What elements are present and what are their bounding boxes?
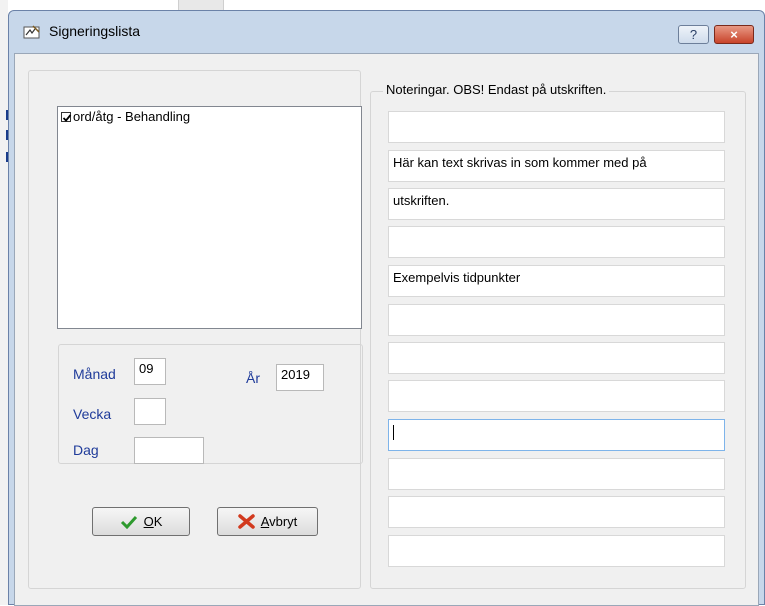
- title-bar[interactable]: Signeringslista ? ×: [9, 11, 764, 53]
- note-field[interactable]: [388, 535, 725, 567]
- year-label: År: [246, 370, 260, 386]
- list-item-checkbox[interactable]: [61, 111, 72, 122]
- signature-list-icon: [23, 25, 40, 39]
- list-item[interactable]: ord/åtg - Behandling: [61, 109, 190, 124]
- note-field[interactable]: [388, 496, 725, 528]
- note-field[interactable]: [388, 111, 725, 143]
- week-field[interactable]: [134, 398, 166, 425]
- cancel-button[interactable]: Avbryt: [217, 507, 318, 536]
- day-label: Dag: [73, 442, 99, 458]
- ok-label: OK: [143, 514, 163, 529]
- date-group: [58, 344, 363, 464]
- ok-button[interactable]: OK: [92, 507, 190, 536]
- note-field[interactable]: utskriften.: [388, 188, 725, 220]
- background-window-edge: [0, 0, 8, 605]
- month-field[interactable]: 09: [134, 358, 166, 385]
- checkmark-icon: [62, 113, 72, 122]
- cancel-x-icon: [237, 514, 255, 529]
- note-field[interactable]: [388, 458, 725, 490]
- dialog-content: ord/åtg - Behandling Månad 09 År 2019 Ve…: [14, 53, 759, 606]
- note-field[interactable]: [388, 304, 725, 336]
- note-field-focused[interactable]: [388, 419, 725, 451]
- close-button[interactable]: ×: [714, 25, 754, 44]
- note-field[interactable]: Här kan text skrivas in som kommer med p…: [388, 150, 725, 182]
- note-field[interactable]: Exempelvis tidpunkter: [388, 265, 725, 297]
- list-item-label: ord/åtg - Behandling: [73, 109, 191, 124]
- month-label: Månad: [73, 366, 116, 382]
- note-field[interactable]: [388, 342, 725, 374]
- note-field[interactable]: [388, 226, 725, 258]
- window-title: Signeringslista: [49, 23, 141, 39]
- help-button[interactable]: ?: [678, 25, 709, 44]
- year-field[interactable]: 2019: [276, 364, 324, 391]
- checkmark-icon: [120, 515, 138, 529]
- week-label: Vecka: [73, 406, 112, 422]
- dialog-window: Signeringslista ? × ord/åtg - Behandling…: [8, 10, 765, 606]
- day-field[interactable]: [134, 437, 204, 464]
- cancel-label: Avbryt: [260, 514, 298, 529]
- text-caret: [393, 425, 394, 441]
- note-field[interactable]: [388, 380, 725, 412]
- notes-legend: Noteringar. OBS! Endast på utskriften.: [383, 82, 610, 97]
- item-listbox[interactable]: ord/åtg - Behandling: [57, 106, 362, 329]
